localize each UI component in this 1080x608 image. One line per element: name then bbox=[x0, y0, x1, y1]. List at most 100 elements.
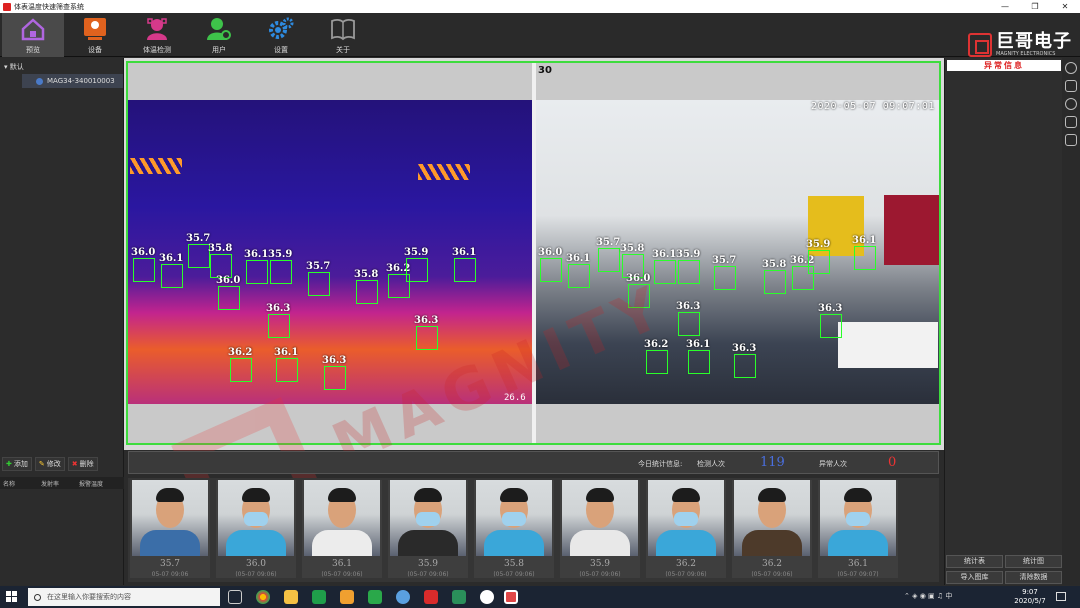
column-header[interactable]: 名称 bbox=[0, 479, 38, 488]
import-gallery-button[interactable]: 导入图库 bbox=[946, 571, 1003, 584]
face-detection-box bbox=[188, 244, 210, 268]
toolbar-settings-button[interactable]: 设置 bbox=[250, 13, 312, 57]
record-icon[interactable] bbox=[1065, 62, 1077, 74]
book-icon bbox=[331, 19, 355, 41]
detected-label: 检测人次 bbox=[697, 460, 725, 468]
app-icon[interactable] bbox=[368, 590, 382, 604]
clear-data-button[interactable]: 清除数据 bbox=[1005, 571, 1062, 584]
stats-table-button[interactable]: 统计表 bbox=[946, 555, 1003, 568]
notification-icon[interactable] bbox=[1056, 592, 1066, 601]
temperature-label: 35.9 bbox=[676, 249, 701, 260]
close-button[interactable]: ✕ bbox=[1050, 2, 1080, 11]
thumbnail-temp: 35.9 bbox=[417, 559, 439, 569]
mute-icon[interactable] bbox=[1065, 116, 1077, 128]
temperature-label: 35.8 bbox=[354, 269, 379, 280]
face-detection-box bbox=[416, 326, 438, 350]
left-panel: ▾ 默认 MAG34-340010003 ✚ 添加 ✎ 修改 ✖ 删除 名称 发射率 … bbox=[0, 58, 124, 585]
toolbar-preview-button[interactable]: 预览 bbox=[2, 13, 64, 57]
capture-thumbnail[interactable]: 36.2 (05-07 09:06) bbox=[732, 480, 812, 578]
temperature-label: 36.1 bbox=[274, 347, 299, 358]
face-snapshot bbox=[304, 480, 380, 556]
device-tree-item[interactable]: MAG34-340010003 bbox=[22, 74, 123, 88]
rotate-icon[interactable] bbox=[1065, 98, 1077, 110]
app-root: 体表温度快速筛查系统 — ❐ ✕ 预览 设备 体温检测 用户 设置 关于 巨哥电… bbox=[0, 0, 1080, 608]
toolbar-device-button[interactable]: 设备 bbox=[64, 13, 126, 57]
wechat-work-icon[interactable] bbox=[312, 590, 326, 604]
taskbar-clock[interactable]: 9:07 2020/5/7 bbox=[1010, 588, 1050, 606]
toolbar-user-button[interactable]: 用户 bbox=[188, 13, 250, 57]
task-view-icon[interactable] bbox=[228, 590, 242, 604]
capture-thumbnail[interactable]: 36.1 (05-07 09:06) bbox=[302, 480, 382, 578]
snapshot-icon[interactable] bbox=[1065, 80, 1077, 92]
face-detection-box bbox=[714, 266, 736, 290]
add-user-button[interactable]: ✚ 添加 bbox=[2, 457, 32, 471]
chrome-icon[interactable] bbox=[256, 590, 270, 604]
face-mask bbox=[416, 512, 440, 526]
stats-chart-button[interactable]: 统计图 bbox=[1005, 555, 1062, 568]
column-header[interactable]: 发射率 bbox=[38, 479, 76, 488]
stats-label: 今日统计信息: bbox=[638, 460, 683, 468]
thumbnail-temp: 35.9 bbox=[589, 559, 611, 569]
right-panel: 异常信息 统计表 统计图 导入图库 清除数据 bbox=[944, 58, 1062, 585]
thumbnail-temp: 36.2 bbox=[675, 559, 697, 569]
app-icon[interactable] bbox=[452, 590, 466, 604]
column-header[interactable]: 报警温度 bbox=[76, 479, 114, 488]
temperature-label: 36.3 bbox=[818, 303, 843, 314]
temperature-label: 35.7 bbox=[306, 261, 331, 272]
active-app-icon[interactable] bbox=[504, 590, 518, 604]
capture-thumbnail[interactable]: 35.7 05-07 09:06 bbox=[130, 480, 210, 578]
capture-thumbnail[interactable]: 36.0 (05-07 09:06) bbox=[216, 480, 296, 578]
pdf-icon[interactable] bbox=[424, 590, 438, 604]
system-tray[interactable]: ⌃ ◈ ◉ ▣ ♫ 中 bbox=[904, 591, 952, 601]
brand-logo: 巨哥电子 MAGNITY ELECTRONICS bbox=[968, 33, 1072, 57]
capture-thumbnail[interactable]: 36.1 (05-07 09:07) bbox=[818, 480, 898, 578]
temperature-label: 36.1 bbox=[159, 253, 184, 264]
capture-thumbnail[interactable]: 36.2 (05-07 09:06) bbox=[646, 480, 726, 578]
maximize-button[interactable]: ❐ bbox=[1020, 2, 1050, 11]
device-tree-root[interactable]: ▾ 默认 bbox=[0, 58, 123, 74]
face-detection-box bbox=[854, 246, 876, 270]
pencil-icon: ✎ bbox=[38, 460, 45, 468]
user-table-header: 名称 发射率 报警温度 bbox=[0, 477, 124, 489]
thumbnail-time: (05-07 09:06) bbox=[665, 571, 707, 578]
capture-thumbnail[interactable]: 35.9 (05-07 09:06) bbox=[388, 480, 468, 578]
plus-icon: ✚ bbox=[6, 460, 12, 468]
face-snapshot bbox=[218, 480, 294, 556]
toolbar-about-button[interactable]: 关于 bbox=[312, 13, 374, 57]
toolbar-temp-detect-button[interactable]: 体温检测 bbox=[126, 13, 188, 57]
visible-image: 36.0 36.1 35.7 35.8 36.1 35.9 36.0 35.7 35.8 36.2… bbox=[536, 100, 939, 404]
video-area: 36.0 36.1 35.7 35.8 36.1 35.9 36.0 35.7 35.8 36.2… bbox=[124, 58, 944, 450]
ceiling-light-glow bbox=[130, 158, 182, 174]
face-mask bbox=[502, 512, 526, 526]
face-snapshot bbox=[648, 480, 724, 556]
capture-thumbnail[interactable]: 35.8 (05-07 09:06) bbox=[474, 480, 554, 578]
thumbnail-temp: 36.1 bbox=[331, 559, 353, 569]
device-name: MAG34-340010003 bbox=[47, 77, 115, 85]
windows-start-icon[interactable] bbox=[6, 591, 17, 602]
brand-name-cn: 巨哥电子 bbox=[996, 31, 1072, 52]
edit-user-button[interactable]: ✎ 修改 bbox=[34, 457, 65, 471]
search-placeholder: 在这里输入你要搜索的内容 bbox=[47, 593, 131, 601]
home-icon bbox=[21, 18, 45, 41]
temperature-label: 36.3 bbox=[732, 343, 757, 354]
temperature-label: 36.3 bbox=[676, 301, 701, 312]
face-mask bbox=[674, 512, 698, 526]
thumbnail-time: (05-07 09:06) bbox=[407, 571, 449, 578]
file-explorer-icon[interactable] bbox=[284, 590, 298, 604]
video-frame[interactable]: 36.0 36.1 35.7 35.8 36.1 35.9 36.0 35.7 35.8 36.2… bbox=[126, 61, 941, 445]
minimize-button[interactable]: — bbox=[990, 2, 1020, 11]
delete-user-button[interactable]: ✖ 删除 bbox=[67, 457, 98, 471]
capture-thumbnail[interactable]: 35.9 (05-07 09:06) bbox=[560, 480, 640, 578]
temperature-label: 35.7 bbox=[596, 237, 621, 248]
fullscreen-icon[interactable] bbox=[1065, 134, 1077, 146]
app-icon[interactable] bbox=[480, 590, 494, 604]
app-icon[interactable] bbox=[340, 590, 354, 604]
app-icon bbox=[3, 2, 11, 11]
capture-thumbnails: 35.7 05-07 09:06 36.0 (05-07 09:06) 36.1 (05-… bbox=[128, 478, 939, 582]
taskbar-search[interactable]: 在这里输入你要搜索的内容 bbox=[28, 588, 220, 606]
thumbnail-time: 05-07 09:06 bbox=[151, 571, 189, 578]
thumbnail-temp: 36.1 bbox=[847, 559, 869, 569]
face-detection-box bbox=[133, 258, 155, 282]
thumbnail-time: (05-07 09:07) bbox=[837, 571, 879, 578]
browser-icon[interactable] bbox=[396, 590, 410, 604]
